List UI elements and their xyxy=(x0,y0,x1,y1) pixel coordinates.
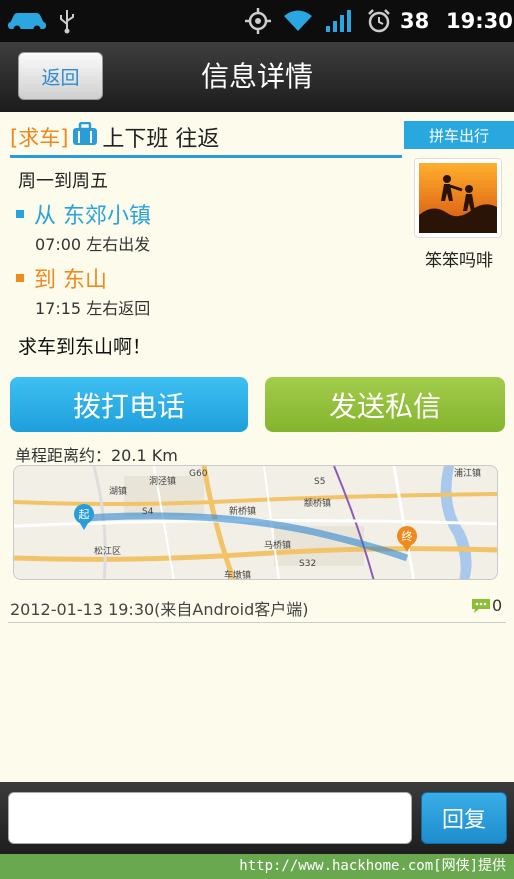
route-map[interactable]: 洞泾镇 湖镇 新桥镇 颛桥镇 浦江镇 马桥镇 松江区 车墩镇 S5 S32 S4… xyxy=(13,465,498,580)
back-button[interactable]: 返回 xyxy=(18,52,103,100)
briefcase-icon xyxy=(72,121,98,152)
route-type: 上下班 往返 xyxy=(102,127,220,152)
battery-level: 38 xyxy=(400,9,430,33)
post-message: 求车到东山啊！ xyxy=(18,336,152,358)
post-detail: [求车] 上下班 往返 拼车出行 笨笨吗啡 周一到周五 从 东郊小镇 07:00… xyxy=(0,112,514,782)
wifi-icon xyxy=(283,0,313,42)
start-marker-label: 起 xyxy=(79,508,90,521)
comment-count-value: 0 xyxy=(492,596,503,615)
private-message-button[interactable]: 发送私信 xyxy=(265,377,505,432)
map-label: 松江区 xyxy=(94,545,121,557)
car-icon xyxy=(6,0,48,42)
destination-label: 到 东山 xyxy=(34,268,107,293)
map-label: S5 xyxy=(314,477,325,487)
origin-bullet-icon xyxy=(16,210,24,218)
alarm-icon xyxy=(366,0,392,42)
schedule-days: 周一到周五 xyxy=(18,171,108,192)
header-divider xyxy=(10,155,402,158)
departure-time: 07:00 左右出发 xyxy=(35,235,151,254)
watermark-strip: http://www.hackhome.com[网侠]提供 xyxy=(0,854,514,879)
watermark-text: http://www.hackhome.com[网侠]提供 xyxy=(239,858,506,874)
gps-icon xyxy=(244,0,272,42)
title-bar: 返回 信息详情 xyxy=(0,42,514,112)
return-time: 17:15 左右返回 xyxy=(35,299,151,318)
reply-input[interactable] xyxy=(8,792,412,844)
map-label: 洞泾镇 xyxy=(149,475,176,487)
avatar[interactable] xyxy=(414,158,502,238)
map-label: 马桥镇 xyxy=(264,539,291,551)
usb-icon xyxy=(58,0,76,42)
post-timestamp: 2012-01-13 19:30(来自Android客户端) xyxy=(10,600,309,619)
status-bar: 38 19:30 xyxy=(0,0,514,42)
destination-line: 到 东山 xyxy=(16,262,107,294)
request-tag: [求车] xyxy=(10,126,69,150)
map-label: 湖镇 xyxy=(109,485,127,497)
map-label: 车墩镇 xyxy=(224,569,251,580)
divider xyxy=(8,622,506,623)
signal-icon xyxy=(325,0,353,42)
request-header: [求车] 上下班 往返 xyxy=(10,121,220,152)
origin-label: 从 东郊小镇 xyxy=(34,204,151,229)
map-label: 颛桥镇 xyxy=(304,497,331,509)
end-marker-label: 终 xyxy=(402,529,413,543)
reply-bar: 回复 xyxy=(0,782,514,854)
carpool-badge: 拼车出行 xyxy=(404,121,514,149)
username[interactable]: 笨笨吗啡 xyxy=(404,246,514,271)
map-label: S32 xyxy=(299,559,316,569)
comment-count[interactable]: 0 xyxy=(470,596,502,615)
map-label: S4 xyxy=(142,507,154,517)
map-label: 浦江镇 xyxy=(454,467,481,479)
destination-bullet-icon xyxy=(16,274,24,282)
map-label: G60 xyxy=(189,469,208,479)
comment-icon xyxy=(472,598,490,613)
origin-line: 从 东郊小镇 xyxy=(16,198,151,230)
clock: 19:30 xyxy=(446,9,513,33)
reply-button[interactable]: 回复 xyxy=(421,792,507,844)
distance-text: 单程距离约：20.1 Km xyxy=(15,446,178,465)
call-button[interactable]: 拨打电话 xyxy=(10,377,248,432)
map-label: 新桥镇 xyxy=(229,505,256,517)
